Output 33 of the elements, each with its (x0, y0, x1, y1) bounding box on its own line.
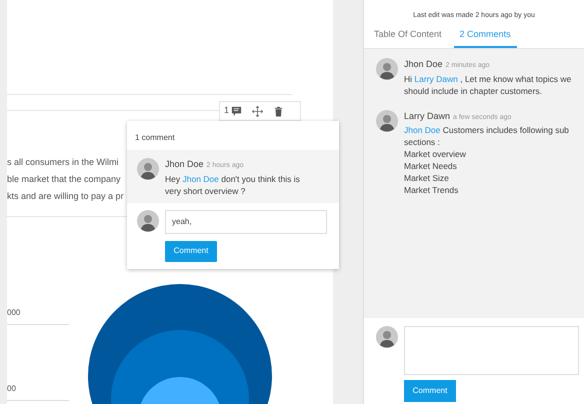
axis-label: 00 (7, 383, 16, 395)
avatar-icon (376, 58, 398, 80)
comment-button[interactable]: Comment (404, 380, 456, 402)
popup-title: 1 comment (134, 132, 176, 144)
comment-text: Market Needs (404, 160, 458, 172)
comment-text: Market Trends (404, 184, 460, 196)
trash-icon[interactable] (273, 106, 284, 116)
document-text: ble market that the company (7, 173, 122, 186)
mention-link[interactable]: Larry Dawn (414, 74, 458, 84)
author-name: Jhon Doe (404, 58, 443, 71)
author-name: Jhon Doe (165, 158, 204, 171)
comment-text: Market Size (404, 172, 450, 184)
move-icon[interactable] (252, 106, 264, 116)
comment-text: Market overview (404, 148, 467, 160)
comment-text: Jhon Doe Customers includes following sub sections : (404, 124, 570, 148)
comment-count: 1 (224, 104, 230, 118)
document-text: s all consumers in the Wilmi (7, 156, 120, 169)
avatar-icon (137, 210, 159, 232)
axis-label: 000 (7, 307, 20, 319)
avatar-icon (376, 326, 398, 348)
comment-icon[interactable] (231, 106, 242, 116)
avatar-icon (137, 158, 159, 180)
comment-button[interactable]: Comment (165, 240, 217, 262)
reply-input-field[interactable]: yeah, (165, 210, 327, 234)
mention-link[interactable]: Jhon Doe (404, 125, 440, 135)
comment-text: Hi Larry Dawn , Let me know what topics we should include in chapter customers. (404, 72, 572, 96)
document-text: kts and are willing to pay a pr (7, 190, 124, 203)
comment-text: Hey Jhon Doe don't you think this is very short overview ? (165, 172, 301, 196)
author-name: Larry Dawn (404, 110, 450, 123)
avatar-icon (376, 110, 398, 132)
reply-textarea-field[interactable] (404, 326, 579, 375)
panel-tab[interactable]: Table Of Content (372, 28, 444, 48)
mention-link[interactable]: Jhon Doe (182, 174, 219, 184)
